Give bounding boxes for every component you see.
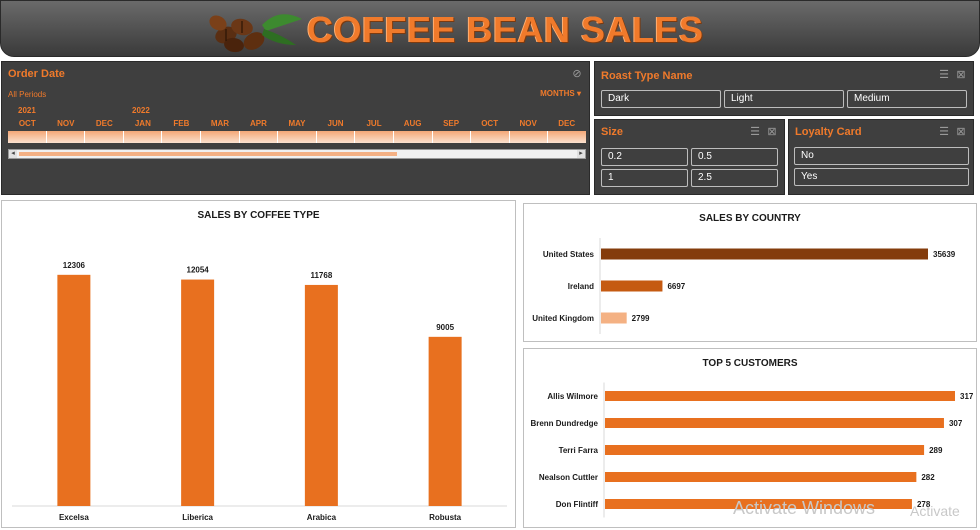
roast-slicer-title: Roast Type Name — [601, 70, 693, 82]
slicer-item-size[interactable]: 0.5 — [691, 148, 778, 166]
size-slicer-icons: ☰ ⊠ — [749, 126, 778, 138]
slicer-item-dark[interactable]: Dark — [601, 90, 721, 108]
slicer-item-medium[interactable]: Medium — [847, 90, 967, 108]
country-bar-chart: United States 35639 Ireland 6697 United King… — [532, 238, 956, 334]
chevron-down-icon: ▾ — [576, 89, 581, 98]
timeline-month[interactable]: AUG — [393, 119, 432, 129]
dashboard: COFFEE BEAN SALES Order Date ⊘ All Perio… — [0, 0, 980, 530]
coffee-type-bar-chart: 12306 Excelsa 12054 Liberica 11768 Arabica 900… — [12, 261, 507, 522]
scroll-right-icon[interactable]: ▸ — [577, 150, 585, 158]
timeline-month[interactable]: FEB — [162, 119, 201, 129]
category-label: United States — [543, 250, 595, 259]
roast-slicer-icons: ☰ ⊠ — [938, 69, 967, 81]
slicer-item-yes[interactable]: Yes — [794, 168, 969, 186]
timeline-month[interactable]: DEC — [547, 119, 586, 129]
dashboard-title: COFFEE BEAN SALES — [307, 9, 704, 50]
timeline-month[interactable]: SEP — [432, 119, 471, 129]
multi-select-icon[interactable]: ☰ — [938, 69, 950, 81]
data-label: 289 — [929, 446, 943, 455]
data-label: 2799 — [632, 314, 650, 323]
category-label: United Kingdom — [532, 314, 594, 323]
timeline-icons: ⊘ — [571, 68, 583, 80]
category-label: Liberica — [182, 513, 213, 522]
category-label: Allis Wilmore — [547, 392, 598, 401]
data-label: 12306 — [63, 261, 86, 270]
scroll-left-icon[interactable]: ◂ — [9, 150, 17, 158]
timeline-scrollbar[interactable]: ◂ ▸ — [8, 149, 586, 159]
slicer-item-size[interactable]: 0.2 — [601, 148, 688, 166]
multi-select-icon[interactable]: ☰ — [749, 126, 761, 138]
windows-activation-watermark: Activate Windows — [733, 498, 876, 518]
bar-united-kingdom — [601, 312, 627, 324]
data-label: 317 — [960, 392, 974, 401]
clear-filter-icon[interactable]: ⊠ — [955, 69, 967, 81]
slicer-item-size[interactable]: 2.5 — [691, 169, 778, 187]
timeline-month[interactable]: JUL — [355, 119, 394, 129]
loyalty-slicer-title: Loyalty Card — [795, 126, 862, 138]
bar-liberica — [181, 279, 215, 506]
data-label: 6697 — [667, 282, 685, 291]
timeline-year-2022: 2022 — [132, 106, 150, 115]
data-label: 12054 — [187, 266, 210, 275]
timeline-month-labels: OCT NOV DEC JAN FEB MAR APR MAY JUN JUL … — [8, 119, 586, 129]
granularity-label: MONTHS — [540, 89, 575, 98]
size-slicer-title: Size — [601, 126, 624, 138]
timeline-title: Order Date — [8, 68, 65, 80]
bar-ireland — [601, 280, 663, 292]
timeline-selection-bar[interactable] — [8, 131, 586, 143]
data-label: 35639 — [933, 250, 956, 259]
timeline-month[interactable]: JUN — [316, 119, 355, 129]
bar-united-states — [601, 248, 928, 260]
timeline-month[interactable]: MAY — [278, 119, 317, 129]
clear-filter-icon[interactable]: ⊠ — [766, 126, 778, 138]
header-banner: COFFEE BEAN SALES — [0, 0, 980, 57]
slicer-item-size[interactable]: 1 — [601, 169, 688, 187]
scrollbar-thumb[interactable] — [19, 152, 397, 156]
order-date-timeline[interactable]: Order Date ⊘ All Periods MONTHS ▾ 2021 2… — [1, 61, 590, 195]
category-label: Ireland — [568, 282, 594, 291]
timeline-month[interactable]: MAR — [201, 119, 240, 129]
data-label: 11768 — [310, 271, 332, 280]
bar-allis-wilmore — [605, 391, 955, 401]
bar-nealson-cuttler — [605, 472, 917, 482]
windows-activation-watermark-2: Activate — [910, 503, 960, 519]
bar-brenn-dundredge — [605, 418, 944, 428]
category-label: Don Flintiff — [556, 500, 599, 509]
slicer-item-no[interactable]: No — [794, 147, 969, 165]
bar-arabica — [304, 284, 338, 506]
roast-type-slicer: Roast Type Name ☰ ⊠ Dark Light Medium — [594, 61, 974, 116]
multi-select-icon[interactable]: ☰ — [938, 126, 950, 138]
timeline-month[interactable]: NOV — [47, 119, 86, 129]
sales-by-country-chart[interactable]: SALES BY COUNTRY United States 35639 Irela… — [523, 203, 977, 342]
clear-filter-icon[interactable]: ⊘ — [571, 68, 583, 80]
loyalty-card-slicer: Loyalty Card ☰ ⊠ No Yes — [788, 119, 974, 195]
all-periods-label: All Periods — [8, 90, 47, 99]
category-label: Excelsa — [59, 513, 89, 522]
timeline-month[interactable]: OCT — [8, 119, 47, 129]
sales-by-coffee-type-chart[interactable]: SALES BY COFFEE TYPE 12306 Excelsa 12054 Li… — [1, 200, 516, 528]
loyalty-slicer-icons: ☰ ⊠ — [938, 126, 967, 138]
timeline-month[interactable]: JAN — [124, 119, 163, 129]
timeline-granularity-dropdown[interactable]: MONTHS ▾ — [540, 89, 581, 98]
clear-filter-icon[interactable]: ⊠ — [955, 126, 967, 138]
timeline-year-2021: 2021 — [18, 106, 36, 115]
category-label: Robusta — [429, 513, 462, 522]
data-label: 307 — [949, 419, 963, 428]
data-label: 282 — [921, 473, 935, 482]
bar-robusta — [428, 336, 462, 506]
bar-terri-farra — [605, 445, 925, 455]
category-label: Arabica — [307, 513, 337, 522]
timeline-month[interactable]: APR — [239, 119, 278, 129]
bar-excelsa — [57, 274, 91, 506]
coffee-beans-icon — [209, 14, 302, 53]
category-label: Nealson Cuttler — [539, 473, 598, 482]
size-slicer: Size ☰ ⊠ 0.2 0.5 1 2.5 — [594, 119, 785, 195]
category-label: Brenn Dundredge — [530, 419, 598, 428]
timeline-month[interactable]: NOV — [509, 119, 548, 129]
timeline-month[interactable]: OCT — [470, 119, 509, 129]
data-label: 9005 — [436, 323, 454, 332]
category-label: Terri Farra — [559, 446, 599, 455]
slicer-item-light[interactable]: Light — [724, 90, 844, 108]
timeline-month[interactable]: DEC — [85, 119, 124, 129]
